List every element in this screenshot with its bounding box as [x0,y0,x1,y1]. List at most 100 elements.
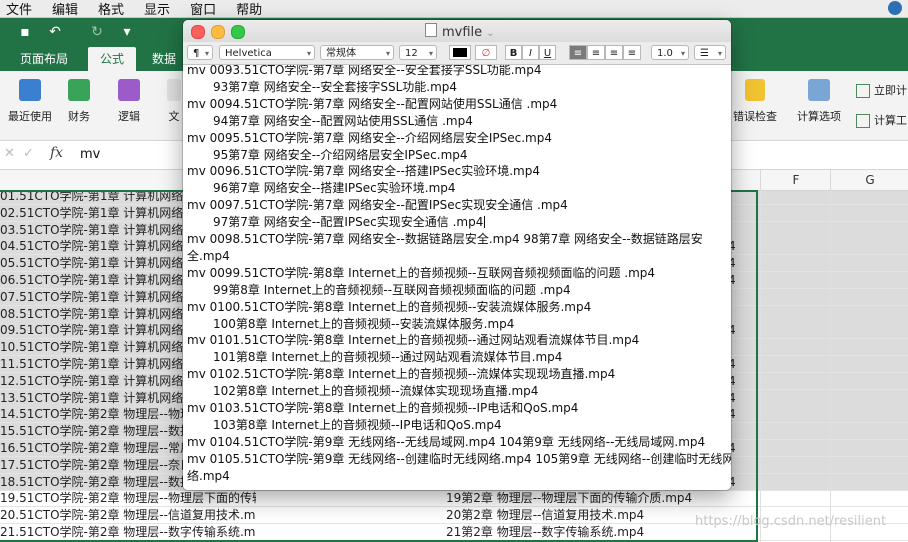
calc-now-button[interactable]: 立即计 [856,82,907,98]
font-family-select[interactable]: Helvetica ▾ [219,45,315,60]
text-line: 94第7章 网络安全--配置网站使用SSL通信 .mp4 [213,113,473,130]
column-f[interactable]: F [760,170,831,190]
text-functions-button[interactable]: 文 [166,79,182,124]
text-icon [167,79,181,101]
customize-qat-icon[interactable]: ▾ [118,23,136,41]
cell-a[interactable]: 19.51CTO学院-第2章 物理层--物理层下面的传输介质.mp4 [0,490,256,506]
text-line: mv 0098.51CTO学院-第7章 网络安全--数据链路层安全.mp4 98… [187,231,703,248]
cell-b[interactable]: 4 [728,474,748,490]
chevron-down-icon[interactable]: ⌄ [486,28,494,39]
text-line: mv 0099.51CTO学院-第8章 Internet上的音频视频--互联网音… [187,265,655,282]
text-line-content: 全.mp4 [187,248,230,263]
paragraph-styles-select[interactable]: ¶ ▾ [187,45,213,60]
cell-b[interactable]: 4 [728,356,748,372]
color-swatch-icon [453,48,467,57]
cell-a[interactable]: 21.51CTO学院-第2章 物理层--数字传输系统.mp4 [0,524,256,540]
tab-data[interactable]: 数据 [152,47,176,71]
text-line: 96第7章 网络安全--搭建IPSec实验环境.mp4 [213,180,456,197]
close-button[interactable] [191,25,205,39]
text-line: mv 0105.51CTO学院-第9章 无线网络--创建临时无线网络.mp4 1… [187,451,731,468]
text-line-content: mv 0105.51CTO学院-第9章 无线网络--创建临时无线网络.mp4 1… [187,451,731,466]
star-icon [19,79,41,101]
text-line-content: mv 0100.51CTO学院-第8章 Internet上的音频视频--安装流媒… [187,299,592,314]
watermark-text: https://blog.csdn.net/resilient [695,514,887,529]
save-icon[interactable]: ▪ [16,23,34,41]
underline-button[interactable]: U [539,45,556,60]
column-g[interactable]: G [830,170,908,190]
undo-icon[interactable]: ↶ [46,23,64,41]
calc-sheet-button[interactable]: 计算工 [856,112,907,128]
text-line: mv 0096.51CTO学院-第7章 网络安全--搭建IPSec实验环境.mp… [187,163,540,180]
cell-b[interactable]: 4 [728,440,748,456]
font-style-select[interactable]: 常规体 ▾ [320,45,394,60]
menu-help[interactable]: 帮助 [226,0,272,18]
cell-b[interactable]: 4 [728,255,748,271]
text-line-content: mv 0093.51CTO学院-第7章 网络安全--安全套接字SSL功能.mp4 [187,65,542,77]
document-text-area[interactable]: mv 0093.51CTO学院-第7章 网络安全--安全套接字SSL功能.mp4… [183,65,731,490]
text-line-content: mv 0103.51CTO学院-第8章 Internet上的音频视频--IP电话… [187,401,579,415]
text-line: mv 0093.51CTO学院-第7章 网络安全--安全套接字SSL功能.mp4 [187,65,542,79]
text-line-content: 93第7章 网络安全--安全套接字SSL功能.mp4 [213,79,458,94]
text-line: mv 0104.51CTO学院-第9章 无线网络--无线局域网.mp4 104第… [187,434,705,451]
highlight-color-button[interactable]: ∅ [475,45,497,60]
text-line-content: 94第7章 网络安全--配置网站使用SSL通信 .mp4 [213,113,473,128]
cell-b[interactable]: 4 [728,272,748,288]
format-toolbar: ¶ ▾ Helvetica ▾ 常规体 ▾ 12 ▾ ∅ B I U ≡ ≡ ≡ ≡ 1… [183,42,731,65]
window-title: mvfile ⌄ [425,23,495,40]
menu-view[interactable]: 显示 [134,0,180,18]
text-line-content: 101第8章 Internet上的音频视频--通过网站观看流媒体节目.mp4 [213,350,563,365]
text-line: mv 0095.51CTO学院-第7章 网络安全--介绍网络层安全IPSec.m… [187,130,552,147]
bold-button[interactable]: B [505,45,522,60]
align-left-button[interactable]: ≡ [569,45,587,60]
text-line: 101第8章 Internet上的音频视频--通过网站观看流媒体节目.mp4 [213,349,562,366]
line-spacing-select[interactable]: 1.0 ▾ [651,45,689,60]
cell-b[interactable]: 4 [728,322,748,338]
calc-options-button[interactable]: 计算选项 [796,79,842,124]
cell-b[interactable]: 4 [728,406,748,422]
text-line-content: mv 0102.51CTO学院-第8章 Internet上的音频视频--流媒体实… [187,367,616,382]
text-line-content: 102第8章 Internet上的音频视频--流媒体实现现场直播.mp4 [213,384,539,399]
error-check-button[interactable]: 错误检查 [730,79,780,124]
confirm-icon[interactable]: ✓ [23,146,34,161]
chevron-down-icon: ▾ [717,49,722,58]
logical-button[interactable]: 逻辑 [112,79,146,124]
finance-icon [68,79,90,101]
cell-b[interactable]: 4 [728,373,748,389]
cell-b[interactable]: 19第2章 物理层--物理层下面的传输介质.mp4 [446,490,746,506]
calc-sheet-icon [856,114,870,128]
menu-file[interactable]: 文件 [0,0,42,18]
minimize-button[interactable] [211,25,225,39]
cancel-icon[interactable]: ✕ [4,146,15,161]
cell-b[interactable]: 4 [728,390,748,406]
cell-a[interactable]: 20.51CTO学院-第2章 物理层--信道复用技术.mp4 [0,507,256,523]
align-right-button[interactable]: ≡ [605,45,623,60]
menu-bar: 文件 编辑 格式 显示 窗口 帮助 [0,0,908,18]
formula-input[interactable]: mv [80,147,100,162]
fx-icon[interactable]: fx [50,145,63,161]
tab-formulas[interactable]: 公式 [88,47,137,71]
cell-b[interactable]: 4 [728,238,748,254]
calc-now-icon [856,84,870,98]
menu-format[interactable]: 格式 [88,0,134,18]
text-line-content: 97第7章 网络安全--配置IPSec实现安全通信 .mp4 [213,215,484,230]
window-titlebar[interactable]: mvfile ⌄ [183,20,731,42]
status-app-icon[interactable] [888,1,902,15]
align-center-button[interactable]: ≡ [587,45,605,60]
justify-button[interactable]: ≡ [623,45,641,60]
text-line-content: mv 0099.51CTO学院-第8章 Internet上的音频视频--互联网音… [187,265,656,280]
text-line-content: 103第8章 Internet上的音频视频--IP电话和QoS.mp4 [213,417,502,432]
recent-functions-button[interactable]: 最近使用 [8,79,52,124]
text-line: 络.mp4 [187,468,230,485]
menu-window[interactable]: 窗口 [180,0,226,18]
list-style-select[interactable]: ☰ ▾ [694,45,726,60]
text-color-button[interactable] [449,45,471,60]
financial-button[interactable]: 财务 [62,79,96,124]
text-line-content: 99第8章 Internet上的音频视频--互联网音频视频面临的问题 .mp4 [213,282,571,297]
font-size-select[interactable]: 12 ▾ [399,45,437,60]
redo-icon[interactable]: ↻ [88,23,106,41]
tab-page-layout[interactable]: 页面布局 [20,47,68,71]
zoom-button[interactable] [231,25,245,39]
menu-edit[interactable]: 编辑 [42,0,88,18]
table-row[interactable]: 19.51CTO学院-第2章 物理层--物理层下面的传输介质.mp4 19第2章 … [0,490,908,508]
italic-button[interactable]: I [522,45,539,60]
